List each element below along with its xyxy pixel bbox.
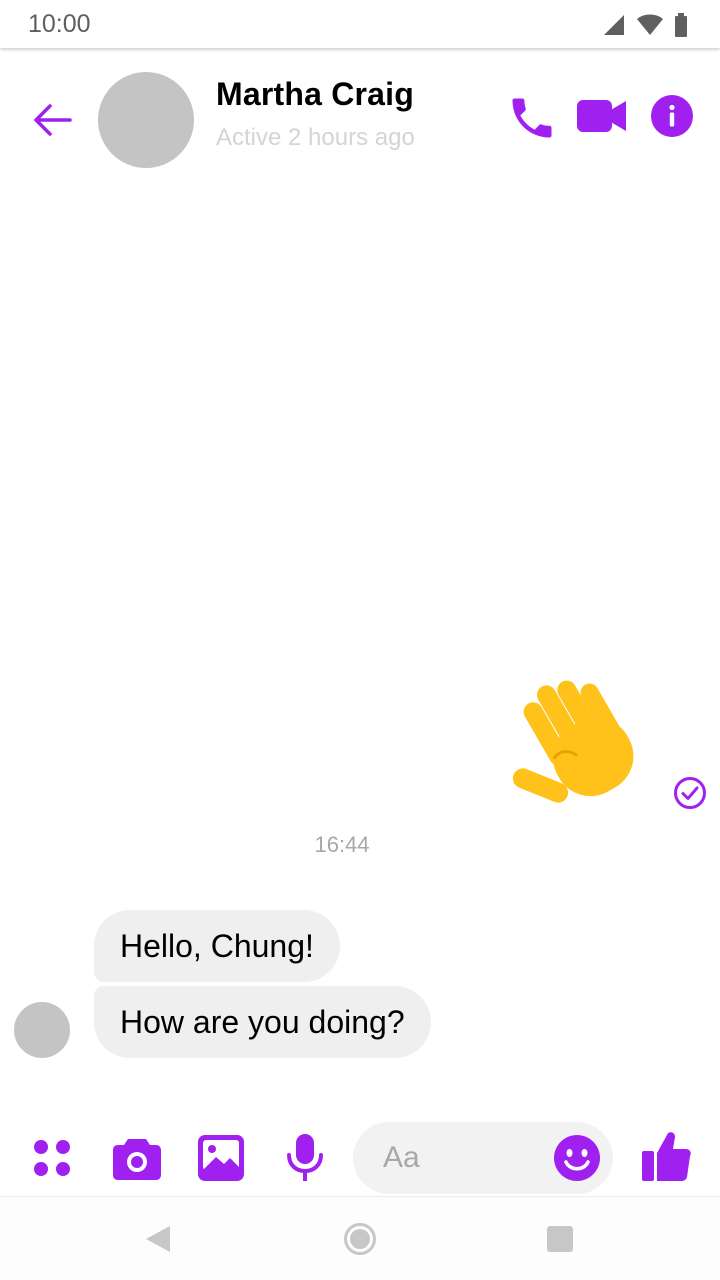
apps-button[interactable] xyxy=(28,1134,76,1182)
battery-icon xyxy=(675,13,687,37)
message-input[interactable] xyxy=(383,1138,543,1178)
camera-button[interactable] xyxy=(110,1134,164,1182)
info-button[interactable] xyxy=(650,94,694,138)
chat-header: Martha Craig Active 2 hours ago xyxy=(0,48,720,188)
message-timestamp: 16:44 xyxy=(314,832,370,857)
phone-icon xyxy=(512,98,552,138)
nav-back-icon xyxy=(146,1226,170,1252)
gallery-button[interactable] xyxy=(196,1134,246,1182)
apps-icon xyxy=(34,1140,70,1176)
gallery-icon xyxy=(198,1135,244,1181)
nav-recents-button[interactable] xyxy=(538,1217,582,1261)
video-camera-icon xyxy=(577,100,626,132)
status-bar: 10:00 xyxy=(0,0,720,48)
sent-check-icon xyxy=(673,776,707,810)
contact-name[interactable]: Martha Craig xyxy=(216,76,414,113)
emoji-icon xyxy=(554,1135,600,1181)
camera-icon xyxy=(113,1139,161,1180)
nav-recents-icon xyxy=(547,1226,573,1252)
cellular-signal-icon xyxy=(604,15,624,35)
status-icons xyxy=(602,13,688,37)
status-time: 10:00 xyxy=(28,10,91,38)
sender-avatar[interactable] xyxy=(14,1002,70,1058)
thumbs-up-icon xyxy=(642,1132,691,1181)
received-message-bubble[interactable]: Hello, Chung! xyxy=(94,910,340,982)
message-input-container xyxy=(353,1122,613,1194)
like-button[interactable] xyxy=(638,1128,694,1184)
voice-message-button[interactable] xyxy=(282,1132,328,1184)
video-call-button[interactable] xyxy=(576,94,628,138)
received-message-bubble[interactable]: How are you doing? xyxy=(94,986,431,1058)
voice-call-button[interactable] xyxy=(504,90,560,146)
contact-status: Active 2 hours ago xyxy=(216,124,415,151)
info-icon xyxy=(651,95,693,137)
waving-hand-emoji[interactable] xyxy=(500,670,660,815)
back-button[interactable] xyxy=(28,98,76,142)
nav-back-button[interactable] xyxy=(136,1217,180,1261)
emoji-button[interactable] xyxy=(553,1134,601,1182)
system-navigation-bar xyxy=(0,1196,720,1280)
nav-home-icon xyxy=(344,1223,376,1255)
microphone-icon xyxy=(287,1134,323,1181)
back-arrow-icon xyxy=(34,104,72,136)
wifi-icon xyxy=(637,14,663,35)
nav-home-button[interactable] xyxy=(338,1217,382,1261)
contact-avatar[interactable] xyxy=(98,72,194,168)
